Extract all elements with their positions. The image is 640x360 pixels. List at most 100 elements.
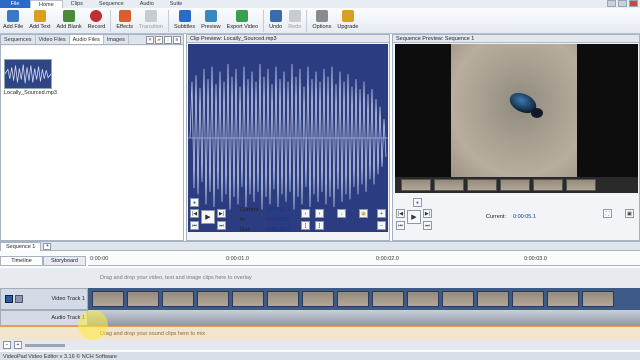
lock-icon[interactable] [15,295,23,303]
eye-icon[interactable] [5,295,13,303]
zoom-slider[interactable] [25,343,65,347]
subtitles-button[interactable]: Subtitles [171,10,198,34]
audio-file-thumbnail[interactable] [4,59,52,89]
clip-out-label: Out: [240,227,251,233]
video-clip[interactable] [337,291,369,307]
video-clip[interactable] [302,291,334,307]
window-controls [607,0,638,7]
timeline-panel: Sequence 1 + Timeline Storyboard 0:00:00… [0,241,640,360]
clip-skip-end-button[interactable]: ⏭ [217,221,226,230]
zoom-in-timeline-icon[interactable]: + [14,341,22,349]
snapshot-icon[interactable]: ▣ [625,209,634,218]
maximize-button[interactable] [618,0,627,7]
video-track[interactable] [88,288,640,310]
clip-controls: ● |◀ ⏮ ▶ ▶| ⏭ Current: 0:00:01.1 In: 0:0… [187,195,389,240]
options-button[interactable]: Options [309,10,334,34]
timeline-mode-button[interactable]: Timeline [0,256,43,266]
video-clip[interactable] [477,291,509,307]
clip-out-value: 0:01:28.9 [267,227,290,233]
clip-mark-in-button[interactable]: [ [301,221,310,230]
export-video-label: Export Video [226,24,259,30]
clip-mark-out-button[interactable]: ] [315,221,324,230]
list-view-icon[interactable]: ≡ [173,35,181,44]
arrow-down-icon[interactable]: ↓ [164,35,172,44]
menu-suite[interactable]: Suite [162,0,191,8]
video-clip[interactable] [267,291,299,307]
zoom-in-icon[interactable]: + [377,209,386,218]
close-button[interactable] [629,0,638,7]
clip-prev-frame-button[interactable]: |◀ [190,209,199,218]
video-clip[interactable] [442,291,474,307]
clip-position-marker-icon[interactable]: ● [190,198,199,207]
add-text-label: Add Text [29,24,51,30]
folder-icon[interactable]: ▰ [155,35,163,44]
add-to-sequence-icon[interactable]: ↓ [337,209,346,218]
seq-play-button[interactable]: ▶ [407,210,421,224]
clip-mark-prev-button[interactable]: ‹ [301,209,310,218]
clip-current-label: Current: [240,207,260,213]
preview-button[interactable]: Preview [198,10,224,34]
time-ruler[interactable]: 0:00:00 0:00:01.0 0:00:02.0 0:00:03.0 [88,256,640,266]
seq-skip-start-button[interactable]: ⏮ [396,221,405,230]
video-clip[interactable] [197,291,229,307]
video-clip[interactable] [372,291,404,307]
clip-preview-panel: Clip Preview: Locally_Sourced.mp3 ● |◀ ⏮… [186,34,390,241]
upgrade-button[interactable]: Upgrade [334,10,361,34]
menu-clips[interactable]: Clips [63,0,91,8]
transition-label: Transition [139,24,163,30]
upgrade-label: Upgrade [337,24,359,30]
clip-skip-start-button[interactable]: ⏮ [190,221,199,230]
menu-file[interactable]: File [0,0,30,8]
video-clip[interactable] [547,291,579,307]
seq-prev-frame-button[interactable]: |◀ [396,209,405,218]
video-clip[interactable] [162,291,194,307]
clip-next-frame-button[interactable]: ▶| [217,209,226,218]
zoom-out-icon[interactable]: − [377,221,386,230]
tab-sequence-1[interactable]: Sequence 1 [0,241,42,251]
video-clip[interactable] [127,291,159,307]
menu-sequence[interactable]: Sequence [91,0,132,8]
clip-in-label: In: [240,217,247,223]
clip-play-button[interactable]: ▶ [201,210,215,224]
zoom-out-timeline-icon[interactable]: − [3,341,11,349]
add-text-button[interactable]: Add Text [26,10,53,34]
export-video-button[interactable]: Export Video [224,10,261,34]
menu-home[interactable]: Home [30,0,63,8]
minimize-button[interactable] [607,0,616,7]
video-track-header[interactable]: Video Track 1 [0,288,88,310]
record-button[interactable]: Record [85,10,109,34]
save-clip-icon[interactable]: ▣ [359,209,368,218]
seq-next-frame-button[interactable]: ▶| [423,209,432,218]
menu-audio[interactable]: Audio [132,0,162,8]
add-file-button[interactable]: Add File [0,10,26,34]
sequence-position-marker-icon[interactable]: ● [413,198,422,207]
tab-audio-files[interactable]: Audio Files [69,35,104,44]
filmstrip-frame [401,179,431,191]
video-clip[interactable] [407,291,439,307]
video-clip[interactable] [512,291,544,307]
fullscreen-icon[interactable]: ⛶ [603,209,612,218]
tab-sequences[interactable]: Sequences [1,35,36,44]
undo-button[interactable]: Undo [266,10,285,34]
video-clip[interactable] [232,291,264,307]
tab-images[interactable]: Images [104,35,129,44]
clip-mark-next-button[interactable]: › [315,209,324,218]
toolbar-separator [306,10,308,32]
add-sequence-button[interactable]: + [43,242,52,250]
storyboard-mode-button[interactable]: Storyboard [43,256,86,266]
overlay-track[interactable]: Drag and drop your video, text and image… [0,268,640,288]
undo-label: Undo [269,24,283,30]
effects-button[interactable]: Effects [113,10,136,34]
seq-skip-end-button[interactable]: ⏭ [423,221,432,230]
transition-button[interactable]: Transition [136,10,166,34]
tab-video-files[interactable]: Video Files [36,35,70,44]
video-clip[interactable] [92,291,124,307]
remove-icon[interactable]: ✕ [146,35,154,44]
timeline-zoom-bar: − + [0,340,640,350]
video-audio-track[interactable] [88,310,640,326]
video-clip[interactable] [582,291,614,307]
audio-track-header[interactable]: Audio Track 1 [0,310,88,326]
redo-button[interactable]: Redo [285,10,304,34]
media-bin-panel: Sequences Video Files Audio Files Images… [0,34,184,241]
add-blank-button[interactable]: Add Blank [54,10,85,34]
